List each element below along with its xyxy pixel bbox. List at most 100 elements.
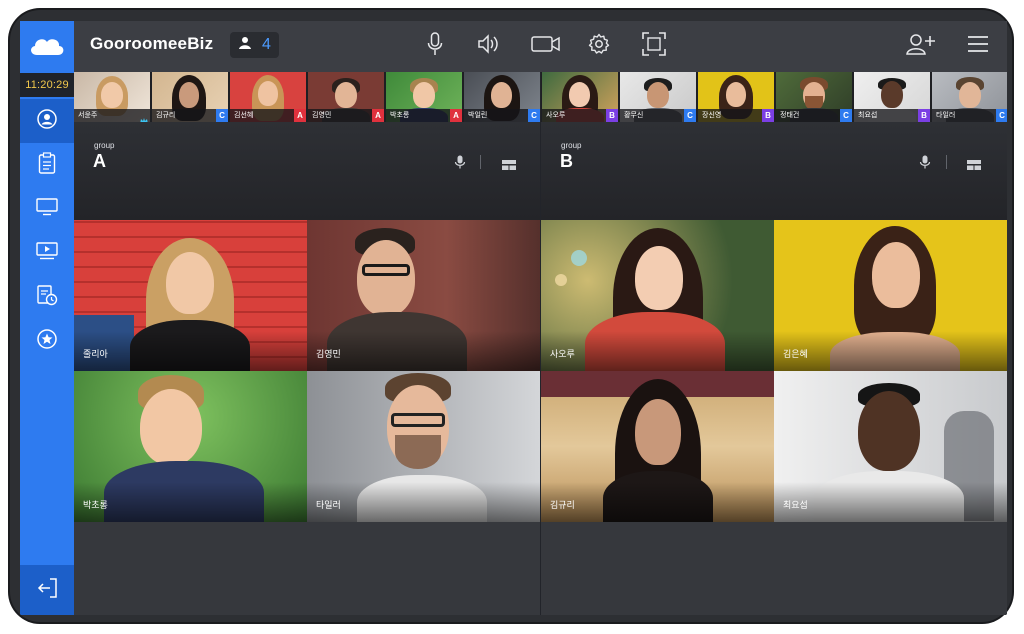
sidebar-item-favorites[interactable] [20, 319, 74, 363]
participant-name: 장신영 [702, 112, 722, 119]
group-tag: C [528, 109, 540, 122]
group-layout-button[interactable] [967, 157, 981, 170]
group-label: B [560, 151, 573, 171]
participant-thumb[interactable]: 정태건 C [776, 72, 852, 122]
group-tag: B [918, 109, 930, 122]
menu-button[interactable] [965, 33, 991, 59]
participant-name: 사오루 [550, 349, 575, 359]
participant-thumb[interactable]: 박일린 C [464, 72, 540, 122]
group-tag: C [996, 109, 1007, 122]
participant-name: 김영민 [316, 349, 341, 359]
session-clock: 11:20:29 [20, 73, 74, 97]
group-tag: B [606, 109, 618, 122]
group-tag: C [216, 109, 228, 122]
document-clock-icon [36, 284, 58, 311]
participant-thumb[interactable]: 장신영 B [698, 72, 774, 122]
speaker-button[interactable] [476, 33, 502, 59]
camera-icon [531, 35, 561, 58]
video-tile[interactable]: 줄리아 [74, 220, 307, 371]
microphone-icon [454, 155, 466, 173]
participant-thumb[interactable]: 타일러 C [932, 72, 1007, 122]
sidebar-item-board[interactable] [20, 143, 74, 187]
participant-thumb[interactable]: 김선혜 A [230, 72, 306, 122]
sidebar: 11:20:29 [20, 21, 74, 615]
microphone-button[interactable] [422, 31, 448, 61]
sidebar-item-participants[interactable] [20, 99, 74, 143]
app-screen: 11:20:29 GooroomeeBiz 4 서윤주 김규리 C 김선혜 A … [20, 21, 1007, 615]
participant-thumb[interactable]: 황무신 C [620, 72, 696, 122]
microphone-icon [427, 31, 443, 61]
header-divider [946, 155, 947, 169]
group-tag: C [840, 109, 852, 122]
clipboard-icon [38, 151, 56, 179]
participant-name: 김은혜 [783, 349, 808, 359]
participant-name: 김영민 [312, 112, 332, 119]
participant-name: 줄리아 [83, 349, 108, 359]
exit-button[interactable] [20, 565, 74, 615]
video-tile[interactable]: 김은혜 [774, 220, 1007, 371]
fullscreen-button[interactable] [641, 31, 667, 61]
star-icon [37, 328, 57, 354]
video-tile[interactable]: 박초롱 [74, 371, 307, 522]
person-icon [238, 36, 252, 55]
participant-thumb[interactable]: 서윤주 [74, 72, 150, 122]
group-tag: B [762, 109, 774, 122]
microphone-icon [919, 155, 931, 173]
add-user-icon [906, 33, 936, 60]
video-tile[interactable]: 김규리 [541, 371, 774, 522]
participant-name: 박일린 [468, 112, 488, 119]
group-mic-button[interactable] [454, 155, 466, 169]
screen-share-icon [36, 241, 58, 265]
exit-icon [36, 576, 58, 605]
video-tile[interactable]: 김영민 [307, 220, 540, 371]
group-tag: A [294, 109, 306, 122]
fullscreen-icon [642, 31, 666, 61]
sidebar-item-presentation[interactable] [20, 231, 74, 275]
menu-icon [967, 35, 989, 58]
group-mic-button[interactable] [919, 155, 931, 169]
group-panel-b: group B 사오루 김은혜 김규리 최요섭 [541, 122, 1007, 615]
participant-thumb[interactable]: 김규리 C [152, 72, 228, 122]
participant-name: 김규리 [550, 500, 575, 510]
group-label: A [93, 151, 106, 171]
participant-name: 타일러 [316, 500, 341, 510]
participant-name: 박초롱 [390, 112, 410, 119]
participant-name: 최요섭 [858, 112, 878, 119]
participant-name: 서윤주 [78, 112, 98, 119]
top-bar: GooroomeeBiz 4 [74, 21, 1007, 71]
layout-grid-icon [502, 157, 516, 174]
group-header: group B [541, 122, 1007, 220]
settings-gear-icon [588, 33, 610, 60]
group-caption: group [561, 141, 582, 150]
video-tile[interactable]: 타일러 [307, 371, 540, 522]
participant-count: 4 [262, 36, 271, 53]
group-tag: A [372, 109, 384, 122]
host-crown-icon [140, 112, 148, 122]
group-divider [540, 72, 541, 615]
group-layout-button[interactable] [502, 157, 516, 170]
participant-thumb[interactable]: 박초롱 A [386, 72, 462, 122]
user-icon [37, 108, 57, 134]
group-tag: A [450, 109, 462, 122]
invite-button[interactable] [906, 33, 936, 59]
group-panel-a: group A 줄리아 김영민 박초롱 타일러 [74, 122, 540, 615]
participant-name: 사오루 [546, 112, 566, 119]
group-header: group A [74, 122, 540, 220]
participant-name: 김규리 [156, 112, 176, 119]
participant-thumb[interactable]: 최요섭 B [854, 72, 930, 122]
participant-name: 김선혜 [234, 112, 254, 119]
sidebar-item-schedule[interactable] [20, 275, 74, 319]
participant-name: 박초롱 [83, 500, 108, 510]
video-tile[interactable]: 사오루 [541, 220, 774, 371]
participant-name: 타일러 [936, 112, 956, 119]
participant-thumb[interactable]: 김영민 A [308, 72, 384, 122]
video-tile[interactable]: 최요섭 [774, 371, 1007, 522]
group-tag: C [684, 109, 696, 122]
camera-button[interactable] [530, 33, 562, 59]
sidebar-item-screen[interactable] [20, 187, 74, 231]
header-divider [480, 155, 481, 169]
participant-count-badge[interactable]: 4 [230, 32, 279, 58]
settings-button[interactable] [586, 33, 612, 59]
speaker-icon [477, 33, 501, 59]
participant-thumb[interactable]: 사오루 B [542, 72, 618, 122]
